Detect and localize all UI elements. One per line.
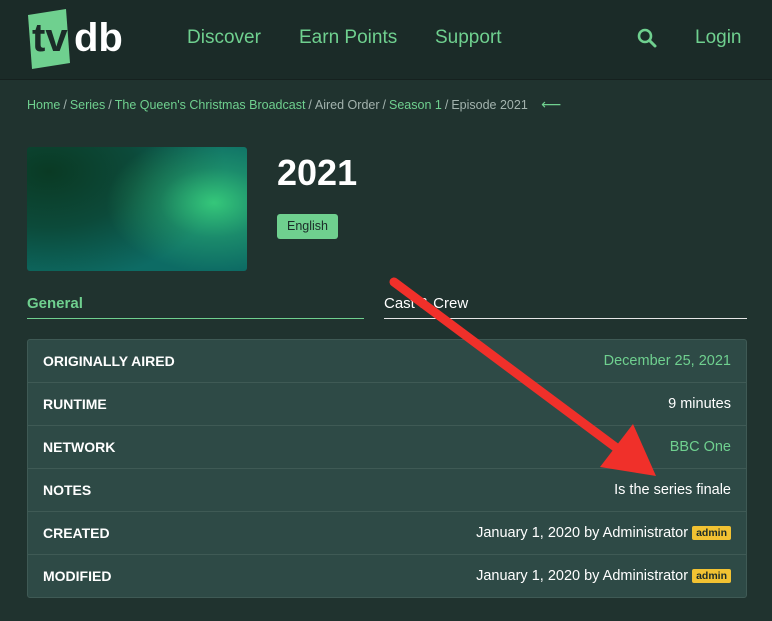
info-row-created: CREATED January 1, 2020 by Administrator… bbox=[28, 512, 746, 555]
info-row-network: NETWORK BBC One bbox=[28, 426, 746, 469]
episode-poster-image bbox=[27, 147, 247, 271]
notes-value: Is the series finale bbox=[614, 482, 731, 498]
info-label: NETWORK bbox=[43, 439, 116, 455]
aired-date-link[interactable]: December 25, 2021 bbox=[604, 353, 731, 369]
tab-cast-crew[interactable]: Cast & Crew bbox=[384, 295, 747, 319]
tab-general[interactable]: General bbox=[27, 295, 364, 319]
nav-discover[interactable]: Discover bbox=[187, 27, 261, 49]
language-badge[interactable]: English bbox=[277, 214, 338, 239]
admin-badge: admin bbox=[692, 526, 731, 540]
logo-tv-text: tv bbox=[32, 16, 68, 60]
created-text: January 1, 2020 by Administrator bbox=[476, 525, 689, 541]
breadcrumb-separator: / bbox=[108, 98, 112, 112]
episode-title: 2021 bbox=[277, 152, 358, 193]
breadcrumb-separator: / bbox=[444, 98, 449, 112]
info-row-modified: MODIFIED January 1, 2020 by Administrato… bbox=[28, 555, 746, 598]
created-value: January 1, 2020 by Administrator admin bbox=[476, 525, 731, 541]
breadcrumb-separator: / bbox=[308, 98, 312, 112]
nav-support[interactable]: Support bbox=[435, 27, 502, 49]
info-label: ORIGINALLY AIRED bbox=[43, 353, 175, 369]
breadcrumb-separator: / bbox=[382, 98, 386, 112]
login-link[interactable]: Login bbox=[695, 27, 742, 49]
info-label: RUNTIME bbox=[43, 396, 107, 412]
episode-info-table: ORIGINALLY AIRED December 25, 2021 RUNTI… bbox=[27, 339, 747, 598]
network-link[interactable]: BBC One bbox=[670, 439, 731, 455]
breadcrumb-separator: / bbox=[63, 98, 67, 112]
search-icon[interactable] bbox=[636, 27, 658, 49]
breadcrumb-show[interactable]: The Queen's Christmas Broadcast bbox=[115, 98, 306, 112]
breadcrumb-aired-order: Aired Order bbox=[314, 98, 380, 112]
info-label: CREATED bbox=[43, 525, 110, 541]
modified-value: January 1, 2020 by Administrator admin bbox=[476, 568, 731, 584]
info-label: MODIFIED bbox=[43, 568, 112, 584]
tvdb-logo[interactable]: tv db bbox=[22, 7, 138, 69]
runtime-value: 9 minutes bbox=[668, 396, 731, 412]
info-row-runtime: RUNTIME 9 minutes bbox=[28, 383, 746, 426]
info-row-notes: NOTES Is the series finale bbox=[28, 469, 746, 512]
info-label: NOTES bbox=[43, 482, 92, 498]
breadcrumb-home[interactable]: Home bbox=[27, 98, 60, 112]
info-row-originally-aired: ORIGINALLY AIRED December 25, 2021 bbox=[28, 340, 746, 383]
breadcrumb: Home / Series / The Queen's Christmas Broadc… bbox=[27, 96, 561, 113]
nav-earn-points[interactable]: Earn Points bbox=[299, 27, 397, 49]
logo-db-text: db bbox=[74, 16, 123, 60]
modified-text: January 1, 2020 by Administrator bbox=[476, 568, 689, 584]
breadcrumb-series[interactable]: Series bbox=[70, 98, 105, 112]
breadcrumb-season[interactable]: Season 1 bbox=[389, 98, 442, 112]
admin-badge: admin bbox=[692, 569, 731, 583]
back-arrow-icon[interactable]: ⟵ bbox=[541, 96, 561, 112]
breadcrumb-episode: Episode 2021 bbox=[451, 98, 528, 112]
top-navigation-bar: tv db Discover Earn Points Support Login bbox=[0, 0, 772, 80]
